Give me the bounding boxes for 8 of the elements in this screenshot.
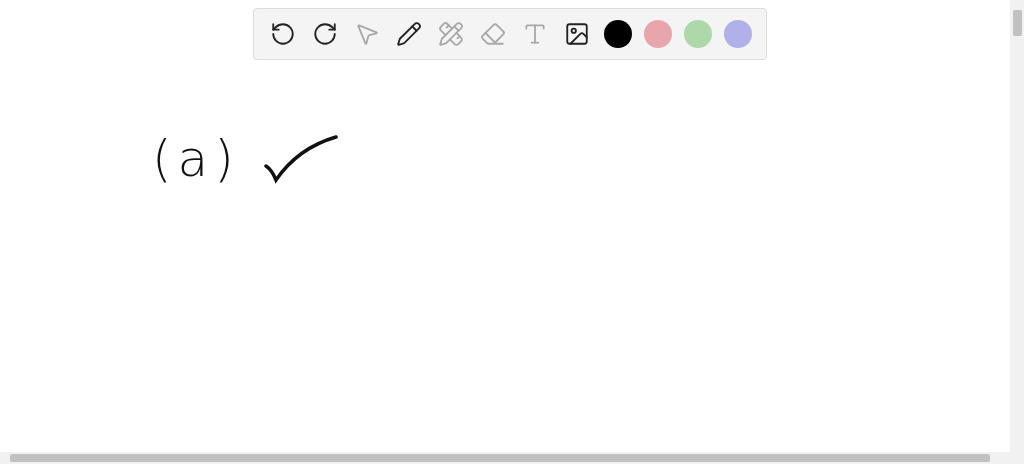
color-swatch[interactable]: [684, 20, 712, 48]
pen-button[interactable]: [394, 19, 424, 49]
color-swatch[interactable]: [644, 20, 672, 48]
color-swatch[interactable]: [604, 20, 632, 48]
handwritten-label: (a): [152, 130, 240, 188]
vertical-scrollbar[interactable]: [1010, 0, 1024, 452]
color-swatch[interactable]: [724, 20, 752, 48]
horizontal-scrollbar[interactable]: [0, 452, 1024, 464]
